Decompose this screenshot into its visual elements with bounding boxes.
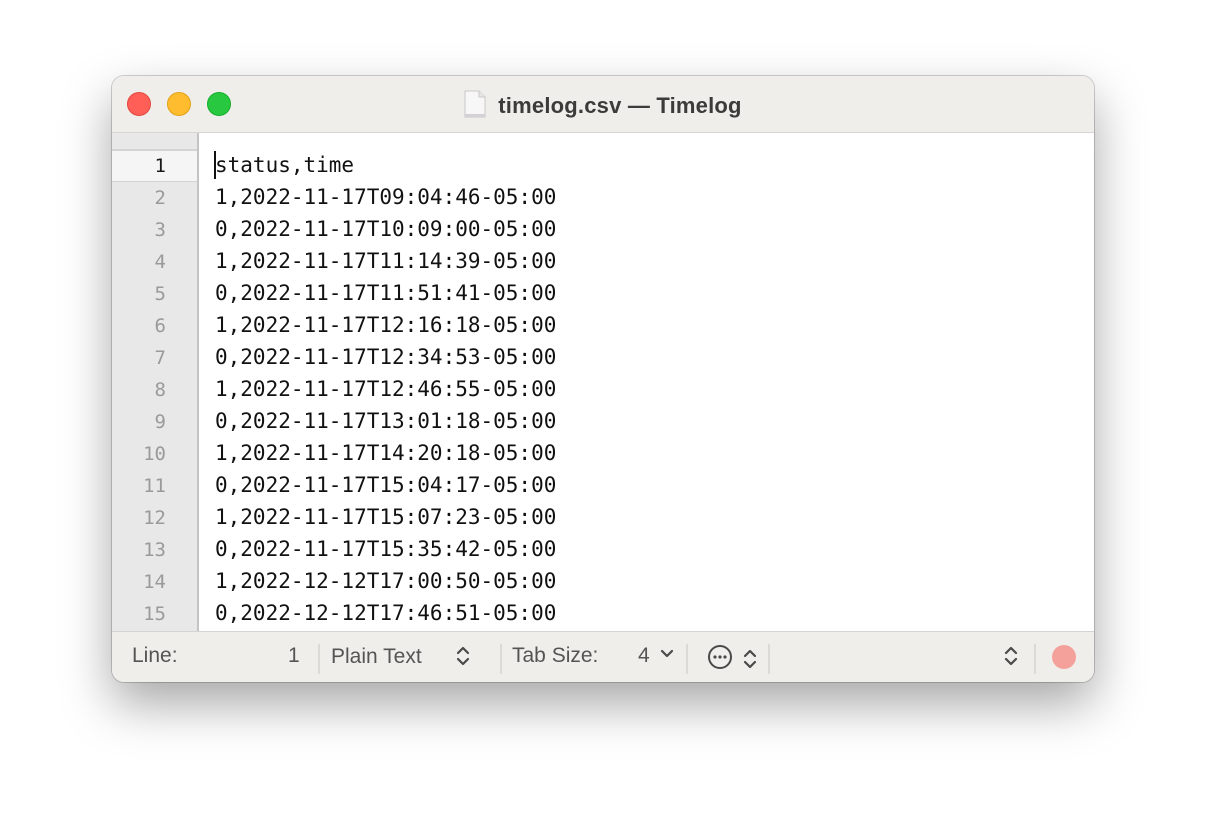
syntax-label: Plain Text bbox=[331, 645, 422, 668]
line-number: 15 bbox=[143, 603, 166, 625]
divider bbox=[500, 644, 502, 674]
code-line[interactable]: 1,2022-11-17T14:20:18-05:00 bbox=[215, 437, 556, 469]
code-line[interactable]: 0,2022-11-17T11:51:41-05:00 bbox=[215, 277, 556, 309]
divider bbox=[318, 644, 320, 674]
code-line[interactable]: 1,2022-12-12T17:00:50-05:00 bbox=[215, 565, 556, 597]
line-label: Line: bbox=[132, 644, 178, 667]
more-options-popup[interactable] bbox=[707, 644, 757, 672]
code-line[interactable]: 0,2022-11-17T13:01:18-05:00 bbox=[215, 405, 556, 437]
line-number: 2 bbox=[154, 187, 166, 209]
up-down-chevron-icon bbox=[1004, 646, 1018, 666]
line-number: 3 bbox=[154, 219, 166, 241]
chevron-down-icon bbox=[660, 649, 673, 658]
window-title-container: timelog.csv — Timelog bbox=[112, 90, 1094, 119]
divider bbox=[1034, 644, 1036, 674]
encoding-popup[interactable] bbox=[1004, 644, 1018, 669]
up-down-chevron-icon bbox=[743, 649, 756, 669]
line-number-field[interactable]: 1 bbox=[288, 644, 300, 668]
line-number: 5 bbox=[154, 283, 166, 305]
record-indicator[interactable] bbox=[1052, 645, 1076, 669]
code-line[interactable]: 0,2022-11-17T10:09:00-05:00 bbox=[215, 213, 556, 245]
line-number: 13 bbox=[143, 539, 166, 561]
line-number: 12 bbox=[143, 507, 166, 529]
tab-size-label: Tab Size: bbox=[512, 644, 599, 667]
line-number: 6 bbox=[154, 315, 166, 337]
code-line[interactable]: status,time bbox=[215, 149, 556, 181]
line-number: 4 bbox=[154, 251, 166, 273]
code-line[interactable]: 1,2022-11-17T11:14:39-05:00 bbox=[215, 245, 556, 277]
tab-size-popup[interactable]: 4 bbox=[638, 644, 674, 668]
code-line[interactable]: 0,2022-11-17T12:34:53-05:00 bbox=[215, 341, 556, 373]
code-line[interactable]: 1,2022-11-17T12:46:55-05:00 bbox=[215, 373, 556, 405]
divider bbox=[768, 644, 770, 674]
tab-size-value: 4 bbox=[638, 644, 650, 667]
code-line[interactable]: 0,2022-11-17T15:04:17-05:00 bbox=[215, 469, 556, 501]
window-title: timelog.csv — Timelog bbox=[498, 93, 742, 118]
line-number: 10 bbox=[143, 443, 166, 465]
code-line[interactable]: 0,2022-12-12T17:46:51-05:00 bbox=[215, 597, 556, 629]
title-bar: timelog.csv — Timelog bbox=[112, 76, 1094, 133]
line-number: 11 bbox=[143, 475, 166, 497]
code-line[interactable]: 1,2022-11-17T12:16:18-05:00 bbox=[215, 309, 556, 341]
document-icon bbox=[464, 90, 486, 118]
syntax-popup[interactable]: Plain Text bbox=[331, 644, 470, 669]
line-number: 9 bbox=[154, 411, 166, 433]
status-bar: Line: 1 Plain Text Tab Size: 4 bbox=[112, 631, 1094, 682]
line-number: 7 bbox=[154, 347, 166, 369]
ellipsis-circle-icon bbox=[708, 645, 732, 669]
code-line[interactable]: 1,2022-11-17T15:07:23-05:00 bbox=[215, 501, 556, 533]
line-number: 14 bbox=[143, 571, 166, 593]
up-down-chevron-icon bbox=[456, 646, 469, 666]
divider bbox=[686, 644, 688, 674]
line-number: 1 bbox=[112, 150, 197, 182]
code-line[interactable]: 0,2022-11-17T15:35:42-05:00 bbox=[215, 533, 556, 565]
code-line[interactable]: 1,2022-11-17T09:04:46-05:00 bbox=[215, 181, 556, 213]
text-editor[interactable]: status,time 1,2022-11-17T09:04:46-05:00 0,… bbox=[199, 133, 1094, 632]
line-number: 8 bbox=[154, 379, 166, 401]
editor-window: timelog.csv — Timelog 1 2 3 4 5 6 7 8 9 10 11 12 13 1… bbox=[112, 76, 1094, 682]
line-number-gutter: 1 2 3 4 5 6 7 8 9 10 11 12 13 14 15 bbox=[112, 133, 199, 632]
